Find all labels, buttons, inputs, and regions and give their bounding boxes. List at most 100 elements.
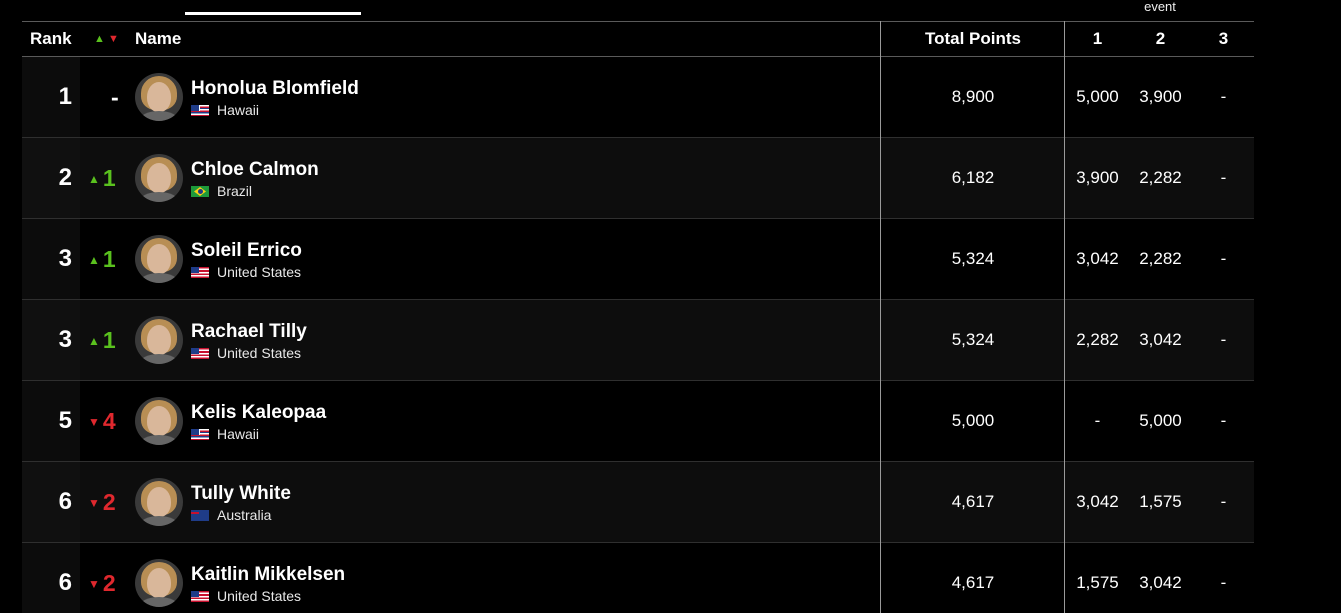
athlete-country: United States [191, 588, 301, 604]
event-3-points: - [1220, 87, 1227, 106]
athlete-avatar[interactable] [135, 559, 183, 607]
athlete-country: Hawaii [191, 426, 259, 442]
table-row[interactable]: 6 ▼ 2 Kaitlin Mikkelsen United States 4,617 1,… [22, 543, 1254, 613]
table-row[interactable]: 2 ▲ 1 Chloe Calmon Brazil 6,182 3,900 2,282 - [22, 138, 1254, 219]
athlete-avatar[interactable] [135, 397, 183, 445]
athlete-name[interactable]: Rachael Tilly [191, 321, 307, 343]
athlete-name[interactable]: Soleil Errico [191, 240, 302, 262]
rank-cell: 3 [22, 219, 80, 299]
rankings-table: Rank ▲ ▼ Name Total Points 1 2 3 1 - Honol… [22, 21, 1254, 613]
movement-value: 4 [102, 408, 116, 434]
event-3-points: - [1220, 492, 1227, 511]
rank-number: 6 [58, 488, 72, 515]
move-up-icon: ▲ [94, 33, 105, 45]
country-flag-icon [191, 186, 209, 197]
athlete-avatar[interactable] [135, 235, 183, 283]
table-body: 1 - Honolua Blomfield Hawaii 8,900 5,000 3,900… [22, 57, 1254, 613]
total-points: 4,617 [951, 573, 995, 592]
rank-number: 5 [58, 407, 72, 434]
event-3-column-header[interactable]: 3 [1192, 22, 1255, 56]
athlete-name[interactable]: Kaitlin Mikkelsen [191, 564, 345, 586]
event-group-label: event [1144, 0, 1176, 14]
event-3-points: - [1220, 411, 1227, 430]
event-1-points: - [1094, 411, 1101, 430]
rank-cell: 6 [22, 543, 80, 613]
movement-value: 1 [102, 165, 116, 191]
country-name: Hawaii [217, 102, 260, 118]
rank-cell: 1 [22, 57, 80, 137]
table-row[interactable]: 3 ▲ 1 Soleil Errico United States 5,324 3,042 2… [22, 219, 1254, 300]
movement-column-header[interactable]: ▲ ▼ [94, 22, 119, 56]
event-2-points: 2,282 [1139, 249, 1182, 268]
athlete-name[interactable]: Tully White [191, 483, 291, 505]
column-divider [880, 21, 881, 613]
rank-column-header[interactable]: Rank [30, 22, 72, 56]
total-points: 8,900 [951, 87, 995, 106]
event-3-points: - [1220, 249, 1227, 268]
event-1-points: 3,042 [1076, 492, 1119, 511]
table-header: Rank ▲ ▼ Name Total Points 1 2 3 [22, 22, 1254, 57]
name-column-header[interactable]: Name [135, 22, 181, 56]
rank-cell: 5 [22, 381, 80, 461]
event-1-points: 3,042 [1076, 249, 1119, 268]
athlete-name[interactable]: Honolua Blomfield [191, 78, 359, 100]
country-flag-icon [191, 510, 209, 521]
event-1-points: 2,282 [1076, 330, 1119, 349]
event-2-points: 1,575 [1139, 492, 1182, 511]
country-name: United States [217, 588, 302, 604]
table-row[interactable]: 1 - Honolua Blomfield Hawaii 8,900 5,000 3,900… [22, 57, 1254, 138]
country-name: United States [217, 264, 302, 280]
movement-value: - [111, 84, 119, 110]
event-1-points: 3,900 [1076, 168, 1119, 187]
rank-cell: 2 [22, 138, 80, 218]
event-2-points: 3,042 [1139, 330, 1182, 349]
rank-number: 3 [58, 326, 72, 353]
country-flag-icon [191, 348, 209, 359]
athlete-avatar[interactable] [135, 316, 183, 364]
event-1-column-header[interactable]: 1 [1066, 22, 1129, 56]
athlete-name[interactable]: Kelis Kaleopaa [191, 402, 326, 424]
country-flag-icon [191, 105, 209, 116]
event-2-points: 5,000 [1139, 411, 1182, 430]
athlete-country: United States [191, 264, 301, 280]
athlete-country: Hawaii [191, 102, 259, 118]
total-points: 6,182 [951, 168, 995, 187]
rank-movement: ▲ 1 [88, 300, 116, 380]
arrow-down-icon: ▼ [88, 415, 100, 429]
arrow-up-icon: ▲ [88, 253, 100, 267]
total-points: 5,324 [951, 249, 995, 268]
event-2-points: 2,282 [1139, 168, 1182, 187]
column-divider [1064, 21, 1065, 613]
active-tab-indicator[interactable] [185, 12, 361, 15]
country-name: United States [217, 345, 302, 361]
event-2-points: 3,042 [1139, 573, 1182, 592]
rank-movement: - [108, 57, 119, 137]
arrow-down-icon: ▼ [88, 496, 100, 510]
arrow-up-icon: ▲ [88, 172, 100, 186]
athlete-avatar[interactable] [135, 478, 183, 526]
country-flag-icon [191, 591, 209, 602]
athlete-country: United States [191, 345, 301, 361]
event-1-points: 1,575 [1076, 573, 1119, 592]
athlete-name[interactable]: Chloe Calmon [191, 159, 319, 181]
table-row[interactable]: 5 ▼ 4 Kelis Kaleopaa Hawaii 5,000 - 5,000 - [22, 381, 1254, 462]
rank-movement: ▲ 1 [88, 219, 116, 299]
athlete-country: Australia [191, 507, 271, 523]
country-name: Brazil [217, 183, 253, 199]
event-3-points: - [1220, 330, 1227, 349]
total-points-column-header[interactable]: Total Points [881, 22, 1065, 56]
event-2-column-header[interactable]: 2 [1129, 22, 1192, 56]
table-row[interactable]: 3 ▲ 1 Rachael Tilly United States 5,324 2,282 3… [22, 300, 1254, 381]
arrow-down-icon: ▼ [88, 577, 100, 591]
rank-number: 1 [58, 83, 72, 110]
total-points: 4,617 [951, 492, 995, 511]
table-row[interactable]: 6 ▼ 2 Tully White Australia 4,617 3,042 1,575 - [22, 462, 1254, 543]
rank-cell: 6 [22, 462, 80, 542]
total-points: 5,000 [951, 411, 995, 430]
athlete-avatar[interactable] [135, 73, 183, 121]
athlete-avatar[interactable] [135, 154, 183, 202]
arrow-up-icon: ▲ [88, 334, 100, 348]
movement-value: 1 [102, 246, 116, 272]
rank-number: 6 [58, 569, 72, 596]
country-flag-icon [191, 267, 209, 278]
